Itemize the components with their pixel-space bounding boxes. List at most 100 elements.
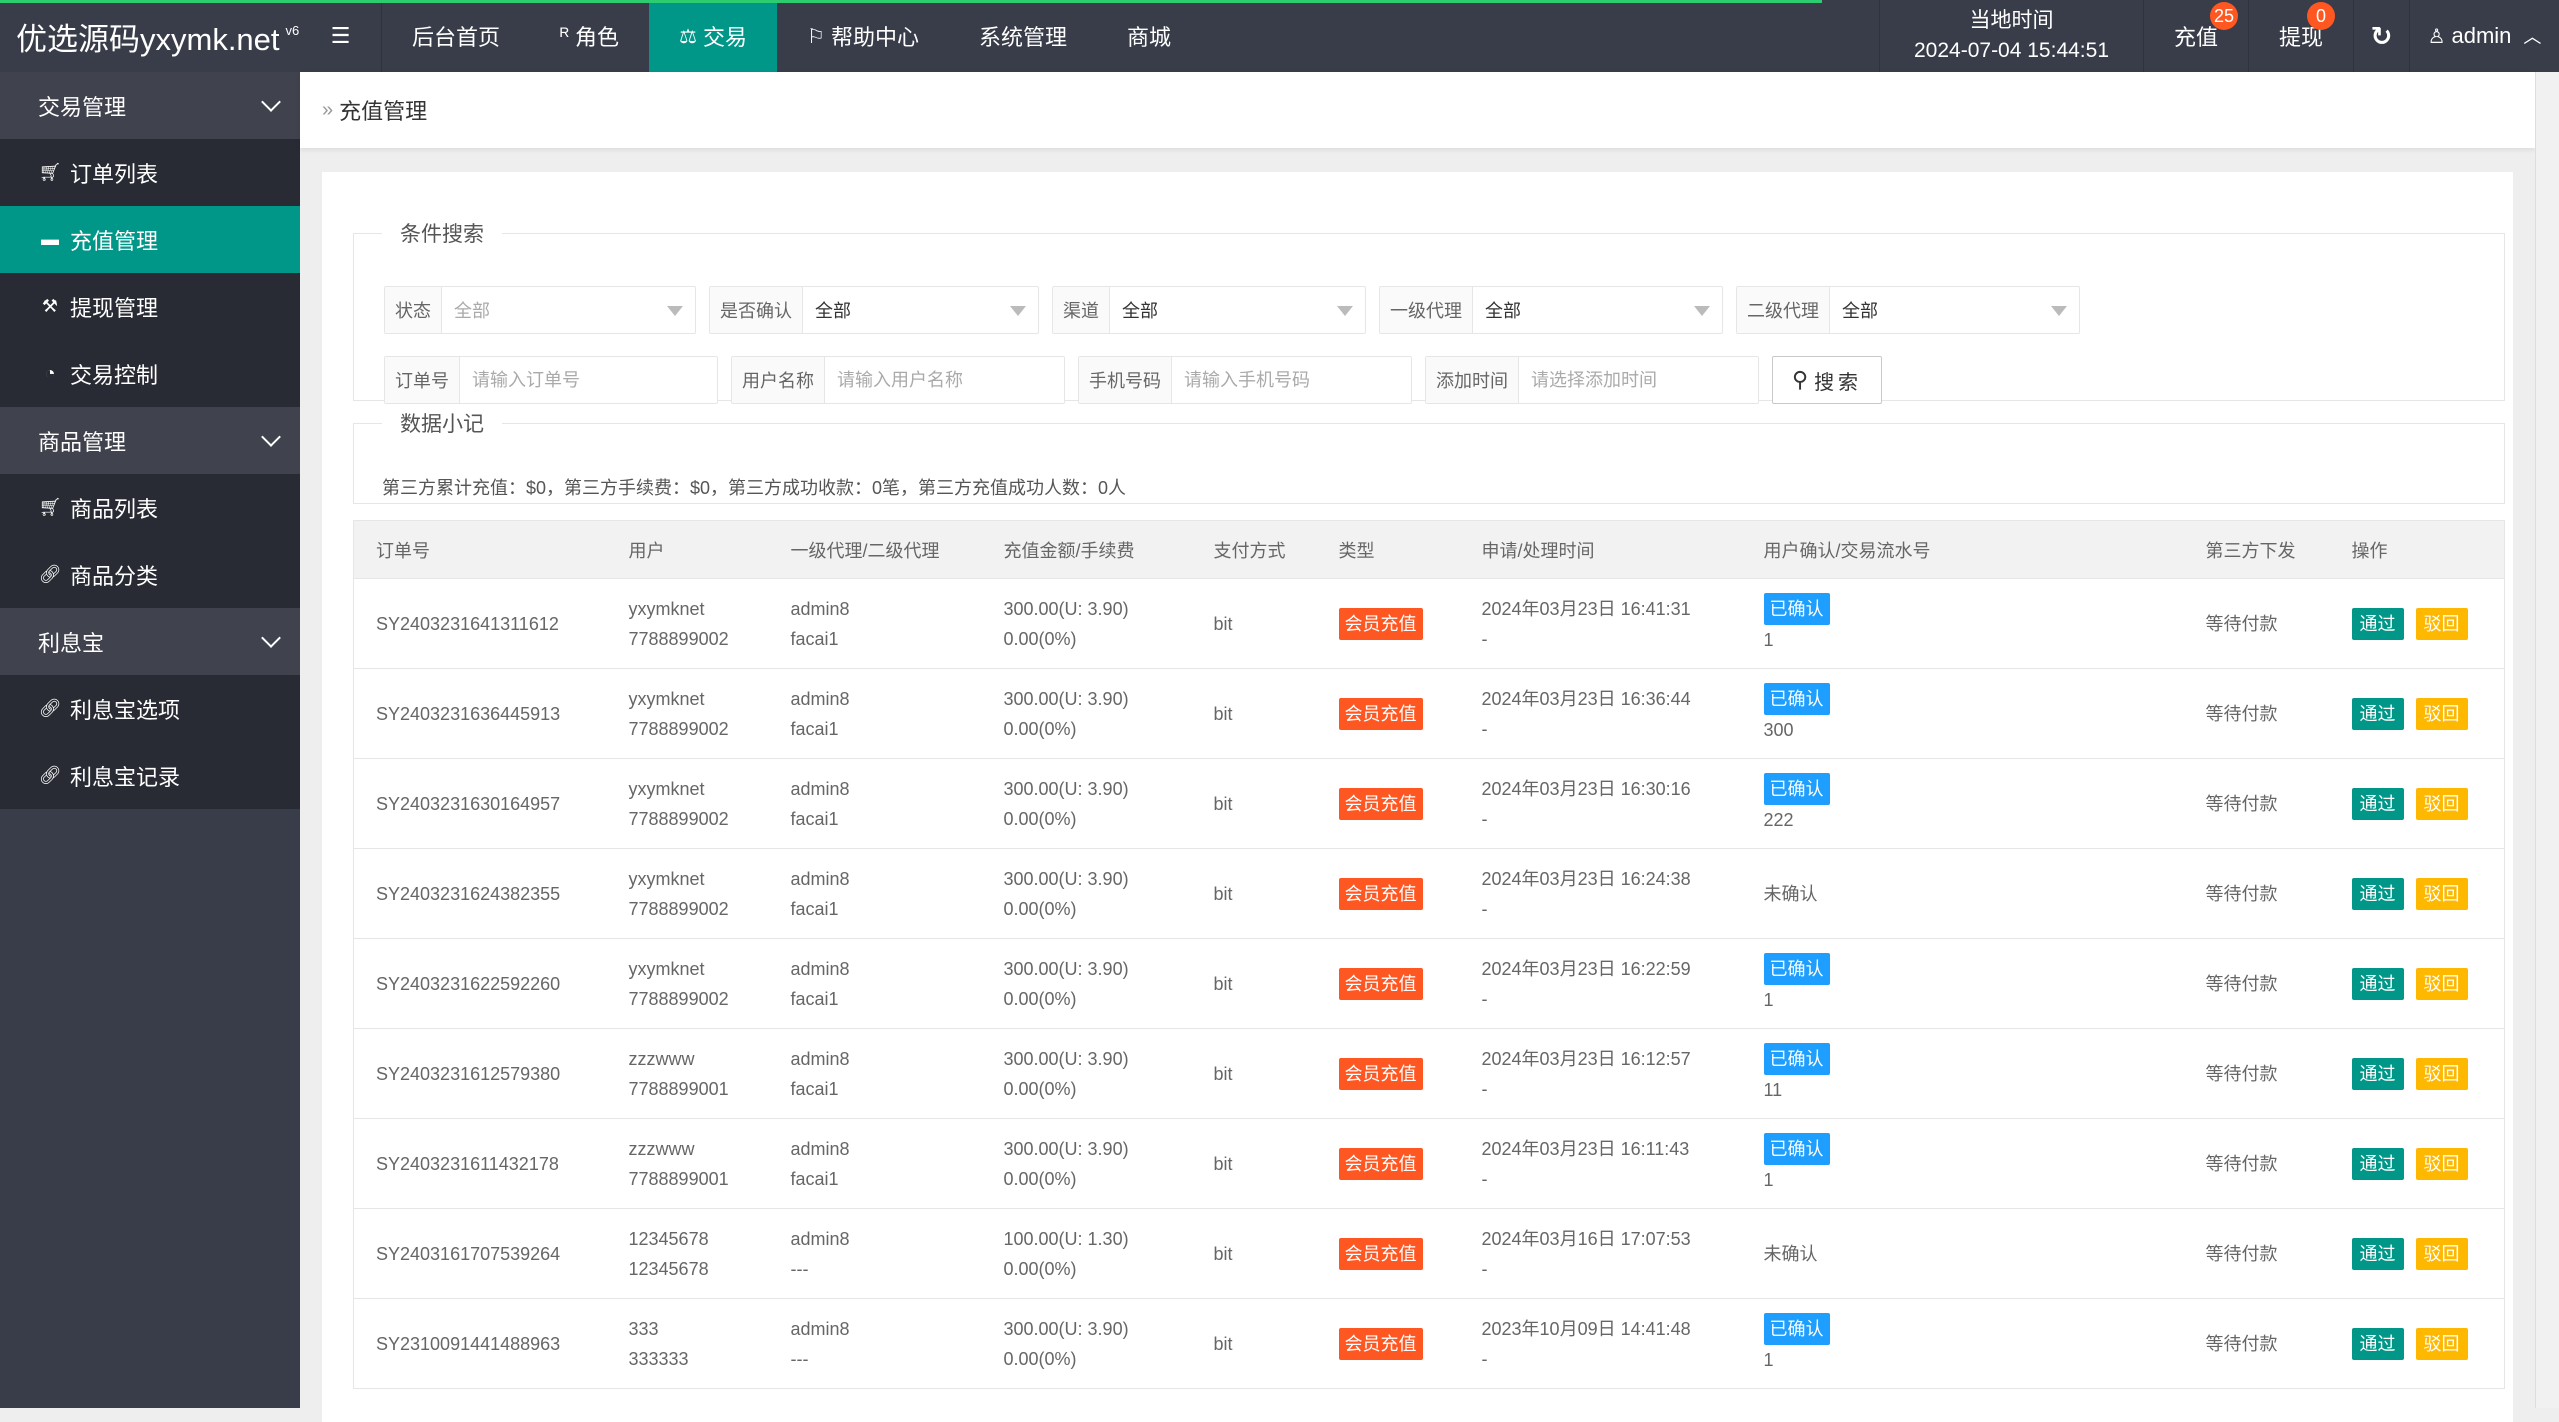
agent2: facai1	[790, 1168, 839, 1189]
cell-pay: bit	[1191, 1118, 1317, 1209]
nav-system[interactable]: 系统管理	[949, 0, 1097, 72]
username-label: 用户名称	[732, 357, 825, 403]
reject-button[interactable]: 驳回	[2415, 787, 2468, 820]
phone-input[interactable]	[1184, 369, 1399, 391]
cell-actions: 通过 驳回	[2329, 1298, 2505, 1389]
approve-button[interactable]: 通过	[2351, 607, 2404, 640]
user-name: 12345678	[628, 1228, 709, 1249]
user-phone: 333333	[628, 1348, 689, 1369]
channel-select[interactable]: 渠道 全部	[1052, 286, 1366, 334]
cell-pay: bit	[1191, 1028, 1317, 1119]
cell-confirm: 已确认 1	[1741, 1298, 2184, 1389]
cell-type: 会员充值	[1316, 1298, 1460, 1389]
refresh-button[interactable]: ↻	[2353, 0, 2409, 72]
nav-shop[interactable]: 商城	[1097, 0, 1201, 72]
approve-button[interactable]: 通过	[2351, 1147, 2404, 1180]
cell-order: SY2403231612579380	[353, 1028, 607, 1119]
cell-pay: bit	[1191, 668, 1317, 759]
apply-time: 2024年03月23日 16:36:44	[1481, 688, 1691, 709]
sidebar-group-label: 商品管理	[38, 429, 127, 455]
reject-button[interactable]: 驳回	[2415, 967, 2468, 1000]
cell-type: 会员充值	[1316, 1208, 1460, 1299]
cell-confirm: 已确认 11	[1741, 1028, 2184, 1119]
cell-amount: 300.00(U: 3.90) 0.00(0%)	[981, 938, 1192, 1029]
reject-button[interactable]: 驳回	[2415, 607, 2468, 640]
cell-confirm: 已确认 1	[1741, 578, 2184, 669]
nav-roles[interactable]: ᴿ 角色	[530, 0, 649, 72]
nav-trade[interactable]: ⚖ 交易	[649, 0, 778, 72]
page-scrollbar[interactable]	[2535, 72, 2559, 1408]
recharge-notify-button[interactable]: 充值 25	[2143, 0, 2248, 72]
cell-time: 2024年03月23日 16:22:59 -	[1459, 938, 1742, 1029]
col-amount: 充值金额/手续费	[981, 520, 1192, 579]
agent1-select[interactable]: 一级代理 全部	[1379, 286, 1723, 334]
sidebar-group-goods[interactable]: 商品管理	[0, 407, 300, 474]
cell-pay: bit	[1191, 758, 1317, 849]
agent2: facai1	[790, 1078, 839, 1099]
user-name: yxymknet	[628, 778, 705, 799]
approve-button[interactable]: 通过	[2351, 787, 2404, 820]
sidebar-item-interest-records[interactable]: 🔗︎ 利息宝记录	[0, 742, 300, 809]
user-menu[interactable]: ♙ admin ︿	[2409, 0, 2559, 72]
add-time-input[interactable]	[1531, 369, 1746, 391]
withdraw-notify-button[interactable]: 提现 0	[2248, 0, 2353, 72]
agent2: ---	[790, 1258, 809, 1279]
reject-button[interactable]: 驳回	[2415, 1237, 2468, 1270]
cell-agent: admin8 ---	[768, 1208, 982, 1299]
nav-trade-label: 交易	[703, 25, 748, 50]
approve-button[interactable]: 通过	[2351, 1327, 2404, 1360]
menu-toggle-button[interactable]: ☰	[300, 0, 382, 72]
cell-user: yxymknet 7788899002	[606, 758, 769, 849]
confirm-select[interactable]: 是否确认 全部	[709, 286, 1039, 334]
approve-button[interactable]: 通过	[2351, 1237, 2404, 1270]
reject-button[interactable]: 驳回	[2415, 1057, 2468, 1090]
username-input[interactable]	[837, 369, 1052, 391]
agent1-select-label: 一级代理	[1380, 287, 1473, 333]
col-pay: 支付方式	[1191, 520, 1317, 579]
approve-button[interactable]: 通过	[2351, 697, 2404, 730]
sidebar-item-interest-options[interactable]: 🔗︎ 利息宝选项	[0, 675, 300, 742]
sidebar-submenu-interest: 🔗︎ 利息宝选项 🔗︎ 利息宝记录	[0, 675, 300, 809]
user-phone: 7788899001	[628, 1168, 729, 1189]
sidebar-item-goods-category[interactable]: 🔗︎ 商品分类	[0, 541, 300, 608]
caret-down-icon	[1694, 306, 1710, 316]
user-name: admin	[2451, 23, 2512, 48]
order-no-input[interactable]	[472, 369, 705, 391]
cell-user: yxymknet 7788899002	[606, 848, 769, 939]
caret-down-icon	[1010, 306, 1026, 316]
reject-button[interactable]: 驳回	[2415, 877, 2468, 910]
sidebar-item-orders[interactable]: 🛒︎ 订单列表	[0, 139, 300, 206]
reject-button[interactable]: 驳回	[2415, 1327, 2468, 1360]
cell-type: 会员充值	[1316, 848, 1460, 939]
approve-button[interactable]: 通过	[2351, 877, 2404, 910]
cell-agent: admin8 ---	[768, 1298, 982, 1389]
reject-button[interactable]: 驳回	[2415, 697, 2468, 730]
top-nav: ☰ 后台首页 ᴿ 角色 ⚖ 交易 ⚐ 帮助中心 系统管理 商城	[300, 0, 1201, 72]
approve-button[interactable]: 通过	[2351, 967, 2404, 1000]
cell-amount: 300.00(U: 3.90) 0.00(0%)	[981, 848, 1192, 939]
col-type: 类型	[1316, 520, 1460, 579]
search-button[interactable]: ⚲ 搜索	[1772, 356, 1882, 404]
sidebar-item-recharge[interactable]: ▬ 充值管理	[0, 206, 300, 273]
agent2-select[interactable]: 二级代理 全部	[1736, 286, 2080, 334]
agent1: admin8	[790, 778, 850, 799]
cell-pay: bit	[1191, 578, 1317, 669]
approve-button[interactable]: 通过	[2351, 1057, 2404, 1090]
sidebar-item-trade-control[interactable]: ◔ 交易控制	[0, 340, 300, 407]
nav-home[interactable]: 后台首页	[382, 0, 530, 72]
nav-help[interactable]: ⚐ 帮助中心	[777, 0, 949, 72]
cell-third: 等待付款	[2183, 578, 2330, 669]
search-panel: 条件搜索 状态 全部 是否确认 全部 渠道 全部 一级代理 全部 二级代理 全部	[353, 218, 2505, 404]
reject-button[interactable]: 驳回	[2415, 1147, 2468, 1180]
sidebar-group-trade[interactable]: 交易管理	[0, 72, 300, 139]
status-select[interactable]: 状态 全部	[384, 286, 696, 334]
fee: 0.00(0%)	[1003, 1348, 1077, 1369]
recharge-label: 充值	[2173, 25, 2218, 50]
type-badge: 会员充值	[1338, 1057, 1423, 1090]
sidebar-item-goods-list[interactable]: 🛒︎ 商品列表	[0, 474, 300, 541]
sidebar-group-interest[interactable]: 利息宝	[0, 608, 300, 675]
cell-agent: admin8 facai1	[768, 1028, 982, 1119]
cell-time: 2024年03月23日 16:24:38 -	[1459, 848, 1742, 939]
sidebar-item-withdraw[interactable]: ⚒ 提现管理	[0, 273, 300, 340]
cell-actions: 通过 驳回	[2329, 1118, 2505, 1209]
